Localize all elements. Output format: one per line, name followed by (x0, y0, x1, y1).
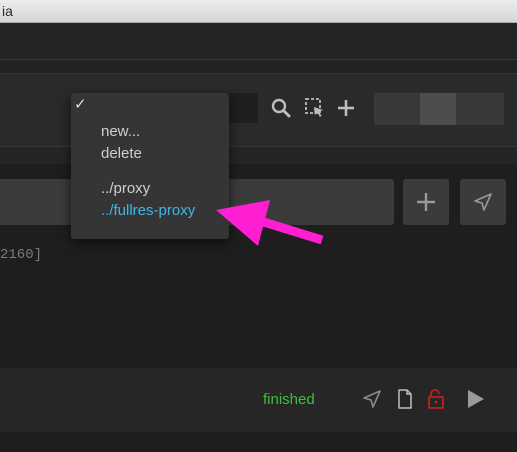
send-arrow-icon[interactable] (361, 388, 383, 410)
annotation-arrow-icon (216, 200, 324, 246)
preset-dropdown-menu: ✓ new... delete ../proxy ../fullres-prox… (71, 93, 229, 239)
checkmark-icon: ✓ (74, 96, 87, 113)
plus-icon (417, 193, 435, 211)
resolution-text: 2160] (0, 247, 43, 263)
job-status: finished (263, 391, 315, 408)
view-toggle-right[interactable] (456, 93, 504, 125)
view-toggle-middle[interactable] (420, 93, 456, 125)
menu-item-delete[interactable]: delete (101, 145, 142, 162)
unlock-icon[interactable] (425, 388, 447, 410)
plus-icon[interactable] (335, 97, 357, 119)
sub-strip (0, 60, 517, 73)
select-region-icon[interactable] (304, 97, 326, 119)
menu-item-fullres-proxy[interactable]: ../fullres-proxy (101, 202, 195, 219)
menu-item-proxy[interactable]: ../proxy (101, 180, 150, 197)
send-button[interactable] (460, 179, 506, 225)
magnifier-icon[interactable] (270, 97, 292, 119)
window-title: ia (2, 3, 13, 19)
menu-item-new[interactable]: new... (101, 123, 140, 140)
view-toggle-left[interactable] (374, 93, 420, 125)
send-arrow-icon (474, 193, 492, 211)
document-icon[interactable] (394, 388, 416, 410)
add-button[interactable] (403, 179, 449, 225)
play-icon[interactable] (464, 388, 486, 410)
top-strip (0, 23, 517, 59)
title-bar: ia (0, 0, 517, 23)
